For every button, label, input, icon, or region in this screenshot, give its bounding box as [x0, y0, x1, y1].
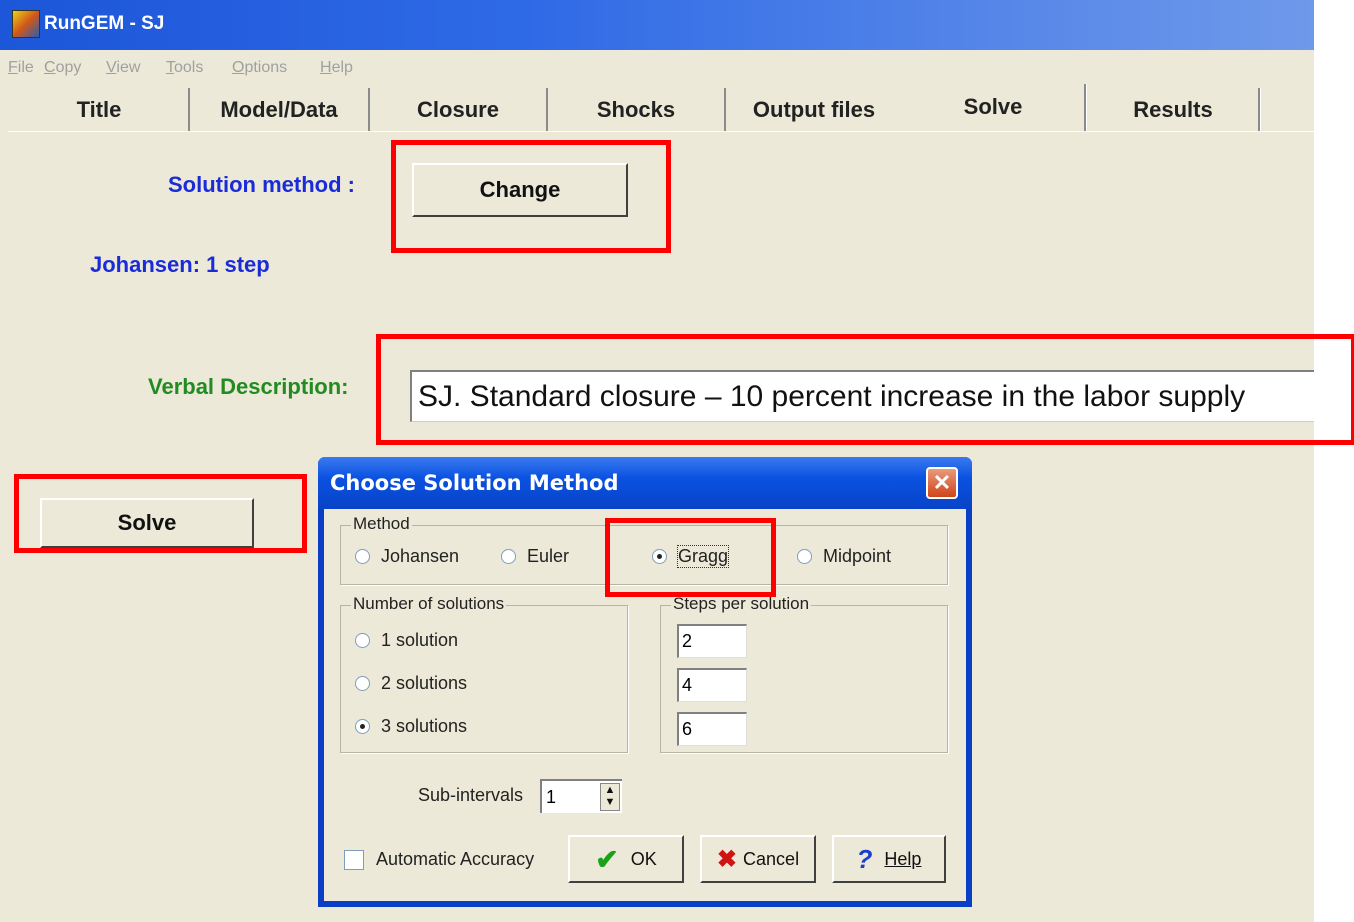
dialog-title-bar: Choose Solution Method ✕: [318, 457, 972, 509]
steps-group-title: Steps per solution: [671, 594, 812, 614]
checkbox-icon: [344, 849, 364, 870]
solutions-group: Number of solutions 1 solution 2 solutio…: [340, 594, 628, 753]
menu-file[interactable]: File: [8, 59, 34, 77]
tab-shocks[interactable]: Shocks: [548, 88, 726, 132]
tab-strip-line: [8, 131, 1314, 132]
radio-2-solutions[interactable]: 2 solutions: [355, 673, 467, 694]
solution-method-label: Solution method :: [168, 172, 355, 197]
tab-title[interactable]: Title: [10, 88, 190, 132]
cancel-x-icon: ✖: [716, 845, 738, 873]
radio-icon: [355, 676, 370, 691]
menu-help[interactable]: Help: [320, 59, 353, 77]
dialog-title: Choose Solution Method: [330, 471, 619, 495]
help-button[interactable]: ? Help: [832, 835, 946, 883]
question-mark-icon: ?: [856, 843, 873, 874]
menu-copy[interactable]: Copy: [44, 59, 81, 77]
steps-input-3[interactable]: 6: [677, 712, 747, 746]
radio-selected-icon: [355, 719, 370, 734]
title-bar: RunGEM - SJ: [0, 0, 1314, 50]
tab-results[interactable]: Results: [1088, 88, 1260, 132]
close-icon[interactable]: ✕: [926, 467, 958, 499]
checkmark-icon: ✔: [595, 843, 619, 875]
radio-icon: [355, 549, 370, 564]
radio-johansen[interactable]: Johansen: [355, 546, 459, 567]
current-method-label: Johansen: 1 step: [90, 252, 270, 277]
subintervals-spinner[interactable]: 1 ▲ ▼: [540, 779, 622, 813]
steps-group: Steps per solution 2 4 6: [660, 594, 948, 753]
automatic-accuracy-checkbox[interactable]: Automatic Accuracy: [344, 849, 534, 870]
steps-input-1[interactable]: 2: [677, 624, 747, 658]
highlight-verbal-description: [376, 334, 1354, 445]
radio-1-solution[interactable]: 1 solution: [355, 630, 458, 651]
radio-euler[interactable]: Euler: [501, 546, 569, 567]
window-title: RunGEM - SJ: [44, 13, 165, 34]
steps-input-2[interactable]: 4: [677, 668, 747, 702]
tab-model-data[interactable]: Model/Data: [190, 88, 370, 132]
radio-icon: [355, 633, 370, 648]
radio-midpoint[interactable]: Midpoint: [797, 546, 891, 567]
solutions-group-title: Number of solutions: [351, 594, 507, 614]
menu-tools[interactable]: Tools: [166, 59, 203, 77]
menu-view[interactable]: View: [106, 59, 140, 77]
highlight-change: [391, 140, 671, 253]
app-icon: [12, 10, 40, 38]
method-group-title: Method: [351, 514, 412, 534]
radio-icon: [797, 549, 812, 564]
subintervals-label: Sub-intervals: [418, 785, 524, 805]
highlight-solve: [14, 474, 307, 553]
ok-button[interactable]: ✔ OK: [568, 835, 684, 883]
radio-icon: [501, 549, 516, 564]
tab-output-files[interactable]: Output files: [726, 88, 902, 132]
spinner-arrows-icon[interactable]: ▲ ▼: [600, 783, 620, 811]
cancel-button[interactable]: ✖ Cancel: [700, 835, 816, 883]
verbal-description-label: Verbal Description:: [148, 374, 349, 399]
tab-solve[interactable]: Solve: [902, 84, 1086, 132]
tab-closure[interactable]: Closure: [370, 88, 548, 132]
menu-options[interactable]: Options: [232, 59, 287, 77]
highlight-gragg: [605, 518, 776, 597]
radio-3-solutions[interactable]: 3 solutions: [355, 716, 467, 737]
menu-bar: File Copy View Tools Options Help: [0, 52, 1314, 84]
